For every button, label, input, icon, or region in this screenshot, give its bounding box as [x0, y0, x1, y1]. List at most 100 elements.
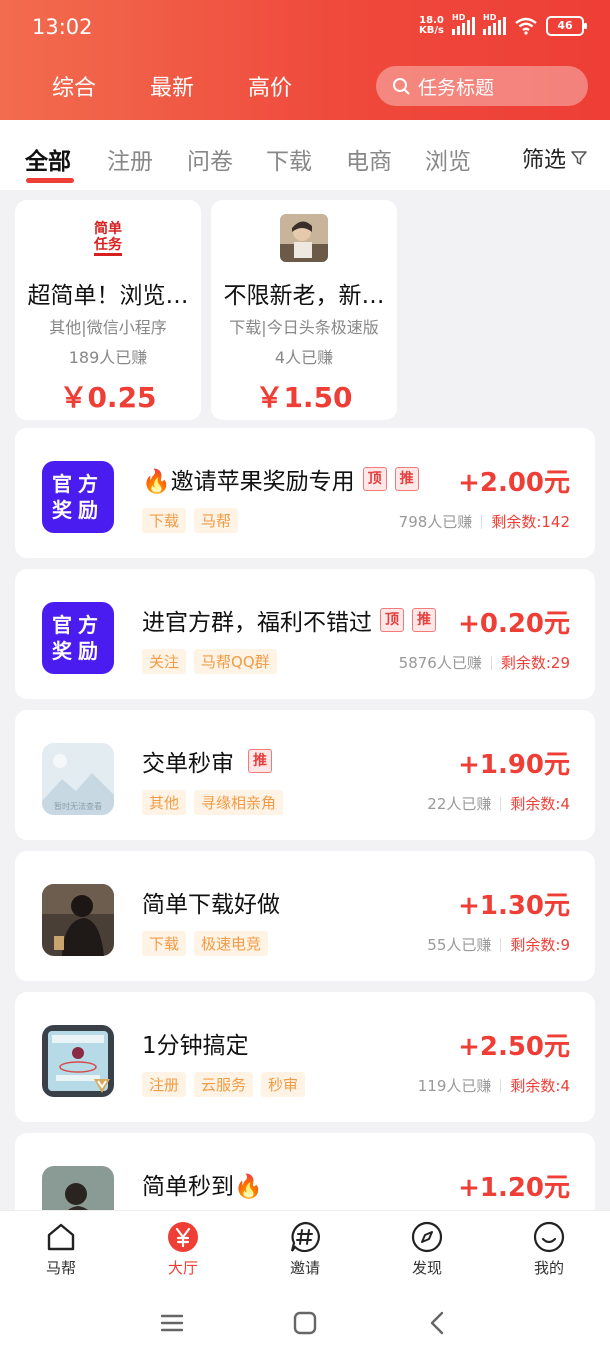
- reward-text: 奖励: [52, 639, 104, 663]
- placeholder-caption: 暂时无法查看: [54, 801, 102, 811]
- net-speed-unit: KB/s: [419, 25, 444, 36]
- nav-invite[interactable]: 邀请: [265, 1221, 345, 1278]
- featured-earned: 4人已赚: [274, 348, 334, 367]
- person-photo: [42, 884, 114, 956]
- category-bar: 全部 注册 问卷 下载 电商 浏览 筛选: [0, 120, 610, 190]
- home-icon: [47, 1223, 75, 1251]
- remaining-count: 剩余数:4: [510, 795, 570, 813]
- recommend-badge: 推: [412, 608, 436, 632]
- nav-label: 马帮: [45, 1259, 76, 1277]
- nav-discover[interactable]: 发现: [387, 1221, 467, 1278]
- task-title: 进官方群，福利不错过 顶 推: [142, 603, 436, 637]
- task-tag: 下载: [142, 931, 187, 956]
- remaining-count: 剩余数:29: [500, 654, 570, 672]
- task-price: +2.50元: [458, 1032, 570, 1062]
- top-badge: 顶: [362, 467, 387, 491]
- category-download[interactable]: 下载: [266, 142, 312, 176]
- image-placeholder-icon: 暂时无法查看: [42, 743, 114, 815]
- nav-label: 邀请: [289, 1259, 320, 1277]
- task-price: +1.20元: [458, 1173, 570, 1203]
- featured-subtitle: 下载|今日头条极速版: [229, 318, 379, 337]
- category-register[interactable]: 注册: [107, 142, 153, 176]
- task-tag: 注册: [142, 1072, 187, 1097]
- task-tags: 下载 马帮: [142, 508, 239, 533]
- home-button-icon[interactable]: [290, 1308, 320, 1338]
- search-input[interactable]: 任务标题: [376, 66, 588, 106]
- nav-mine[interactable]: 我的: [509, 1221, 589, 1278]
- task-title-text: 进官方群，福利不错过: [142, 610, 372, 636]
- net-speed: 18.0 KB/s: [419, 16, 444, 36]
- task-stats: 5876人已赚 剩余数:29: [399, 652, 570, 673]
- task-price: +1.90元: [458, 750, 570, 780]
- task-tag: 其他: [142, 790, 187, 815]
- remaining-count: 剩余数:142: [491, 513, 570, 531]
- sort-tabs: 综合 最新 高价: [52, 70, 292, 102]
- task-tag: 马帮: [194, 508, 239, 533]
- nav-label: 我的: [533, 1259, 564, 1277]
- remaining-count: 剩余数:9: [510, 936, 570, 954]
- task-title-text: 简单秒到🔥: [142, 1174, 263, 1200]
- task-card[interactable]: 1分钟搞定 注册 云服务 秒审 +2.50元 119人已赚 剩余数:4: [15, 992, 595, 1122]
- featured-price: ￥0.25: [59, 381, 157, 414]
- system-navigation-bar: [0, 1290, 610, 1356]
- task-card[interactable]: 暂时无法查看 交单秒审 推 其他 寻缘相亲角 +1.90元 22人已赚 剩余数:…: [15, 710, 595, 840]
- status-time: 13:02: [32, 15, 93, 39]
- featured-card[interactable]: 简单 任务 超简单！浏览… 其他|微信小程序 189人已赚 ￥0.25: [15, 200, 201, 420]
- earned-count: 5876人已赚: [398, 654, 482, 672]
- avatar-photo: [280, 214, 328, 262]
- filter-button[interactable]: 筛选: [522, 142, 588, 174]
- featured-thumbnail: [280, 214, 328, 262]
- nav-label: 大厅: [167, 1259, 198, 1277]
- featured-earned: 189人已赚: [68, 348, 148, 367]
- task-tags: 关注 马帮QQ群: [142, 649, 277, 674]
- task-thumbnail: [42, 884, 114, 956]
- bottom-navigation: 马帮 大厅 邀请 发现 我的: [0, 1210, 610, 1291]
- task-tag: 云服务: [194, 1072, 254, 1097]
- category-all[interactable]: 全部: [25, 142, 71, 176]
- back-icon[interactable]: [423, 1308, 453, 1338]
- category-browse[interactable]: 浏览: [425, 142, 471, 176]
- menu-icon[interactable]: [157, 1308, 187, 1338]
- official-text: 官方: [52, 472, 104, 496]
- task-title-text: 🔥邀请苹果奖励专用: [142, 469, 355, 495]
- earned-count: 119人已赚: [417, 1077, 492, 1095]
- recommend-badge: 推: [248, 749, 272, 773]
- earned-count: 55人已赚: [427, 936, 492, 954]
- featured-card[interactable]: 不限新老，新… 下载|今日头条极速版 4人已赚 ￥1.50: [211, 200, 397, 420]
- official-reward-icon: 官方 奖励: [42, 602, 114, 674]
- task-stats: 119人已赚 剩余数:4: [418, 1075, 570, 1096]
- task-card[interactable]: 官方 奖励 🔥邀请苹果奖励专用 顶 推 下载 马帮 +2.00元 798人已赚 …: [15, 428, 595, 558]
- app-header: 13:02 18.0 KB/s HD HD 46 综合 最新 高价 任务标题: [0, 0, 610, 120]
- smile-icon: [533, 1221, 565, 1253]
- nav-hall[interactable]: 大厅: [143, 1221, 223, 1278]
- signal-icon: HD: [452, 13, 475, 35]
- earned-count: 22人已赚: [427, 795, 492, 813]
- task-card[interactable]: 官方 奖励 进官方群，福利不错过 顶 推 关注 马帮QQ群 +0.20元 587…: [15, 569, 595, 699]
- yen-icon: [168, 1222, 198, 1252]
- hd-label: HD: [452, 13, 466, 22]
- search-icon: [393, 78, 410, 95]
- tab-high-price[interactable]: 高价: [248, 70, 292, 102]
- task-stats: 798人已赚 剩余数:142: [399, 511, 570, 532]
- nav-mabang[interactable]: 马帮: [21, 1221, 101, 1278]
- task-tags: 下载 极速电竞: [142, 931, 269, 956]
- task-title: 简单秒到🔥: [142, 1167, 263, 1201]
- tab-comprehensive[interactable]: 综合: [52, 70, 96, 102]
- nav-label: 发现: [411, 1259, 442, 1277]
- category-survey[interactable]: 问卷: [187, 142, 233, 176]
- tab-latest[interactable]: 最新: [150, 70, 194, 102]
- filter-label: 筛选: [521, 148, 566, 173]
- status-icons: 18.0 KB/s HD HD 46: [419, 13, 587, 36]
- task-price: +1.30元: [458, 891, 570, 921]
- task-tag: 马帮QQ群: [194, 649, 277, 674]
- task-price: +2.00元: [458, 468, 570, 498]
- earned-count: 798人已赚: [398, 513, 473, 531]
- compass-icon: [411, 1221, 443, 1253]
- category-ecommerce[interactable]: 电商: [346, 142, 392, 176]
- simple-task-logo: 简单 任务: [90, 218, 126, 258]
- task-title-text: 1分钟搞定: [142, 1033, 249, 1059]
- task-title: 交单秒审 推: [142, 744, 272, 778]
- task-tag: 寻缘相亲角: [194, 790, 284, 815]
- task-tag: 秒审: [261, 1072, 306, 1097]
- task-card[interactable]: 简单下载好做 下载 极速电竞 +1.30元 55人已赚 剩余数:9: [15, 851, 595, 981]
